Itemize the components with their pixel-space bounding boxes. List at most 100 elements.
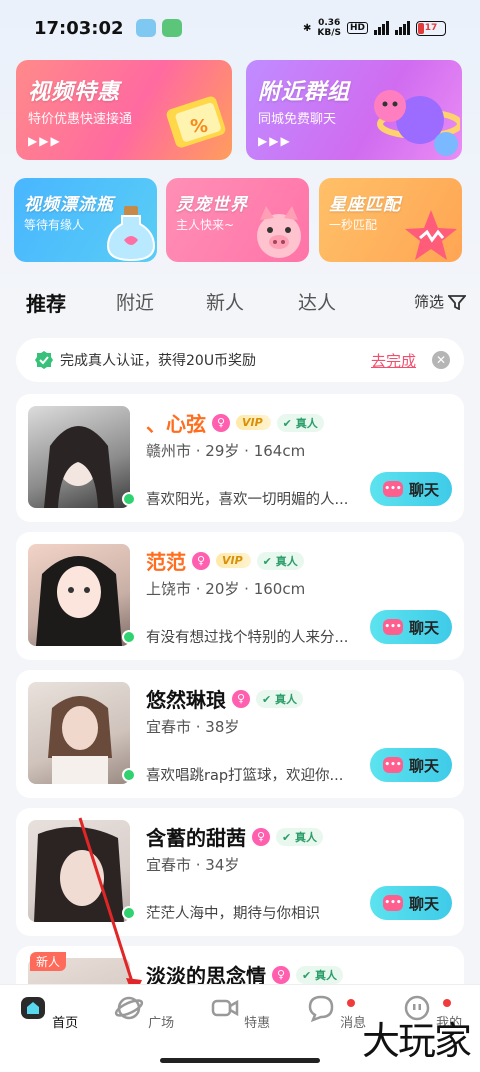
user-name-row: 、心弦 ♀ VIP ✔ 真人 <box>146 408 324 437</box>
network-speed: 0.36 KB/S <box>317 18 341 38</box>
nearby-group-banner[interactable]: 附近群组 同城免费聊天 ▶▶▶ <box>246 60 462 160</box>
user-info: 宜春市 · 38岁 <box>146 718 240 736</box>
real-person-badge: ✔ 真人 <box>256 551 304 570</box>
tab-nearby[interactable]: 附近 <box>116 288 154 315</box>
online-indicator <box>122 768 136 782</box>
user-photo[interactable] <box>28 406 130 508</box>
user-info: 上饶市 · 20岁 · 160cm <box>146 580 306 598</box>
banner-title: 视频特惠 <box>28 80 121 105</box>
nav-messages[interactable]: 消息 <box>301 993 371 1031</box>
user-info: 赣州市 · 29岁 · 164cm <box>146 442 306 460</box>
user-photo[interactable] <box>28 820 130 922</box>
online-indicator <box>122 906 136 920</box>
chat-button[interactable]: ••• 聊天 <box>370 610 452 644</box>
video-deal-banner[interactable]: 视频特惠 特价优惠快速接通 ▶▶▶ % <box>16 60 232 160</box>
star-match-banner[interactable]: 星座匹配 一秒匹配 <box>319 178 462 262</box>
user-name: 范范 <box>146 550 186 574</box>
app-notification-icon <box>161 19 182 37</box>
user-photo[interactable] <box>28 682 130 784</box>
filter-button[interactable]: 筛选 <box>414 291 466 312</box>
real-person-badge: ✔ 真人 <box>276 827 324 846</box>
unread-dot <box>347 999 355 1007</box>
filter-icon <box>448 294 466 310</box>
new-user-badge: 新人 <box>30 952 67 971</box>
ticket-icon: % <box>166 96 226 148</box>
drift-bottle-banner[interactable]: 视频漂流瓶 等待有缘人 <box>14 178 157 262</box>
notification-icons <box>135 19 182 37</box>
home-indicator[interactable] <box>160 1058 320 1063</box>
chat-bubble-icon: ••• <box>382 481 403 497</box>
chat-bubble-icon: ••• <box>382 757 403 773</box>
chat-button[interactable]: ••• 聊天 <box>370 886 452 920</box>
user-card[interactable]: 悠然琳琅 ♀ ✔ 真人 宜春市 · 38岁 喜欢唱跳rap打篮球，欢迎你... … <box>16 670 464 798</box>
video-camera-icon <box>211 999 239 1017</box>
chat-bubble-icon: ••• <box>382 895 403 911</box>
svg-text:%: % <box>190 116 208 137</box>
app-notification-icon <box>135 19 156 37</box>
banner-title: 灵宠世界 <box>176 195 248 215</box>
status-time: 17:03:02 <box>34 17 124 39</box>
banner-subtitle: 主人快来~ <box>176 218 235 232</box>
play-arrows-icon: ▶▶▶ <box>28 134 62 148</box>
signal-icon <box>374 21 389 35</box>
female-icon: ♀ <box>192 551 210 570</box>
status-bar: 17:03:02 ✱ 0.36 KB/S HD 17 <box>0 0 480 56</box>
play-arrows-icon: ▶▶▶ <box>258 134 292 148</box>
close-icon[interactable]: ✕ <box>432 351 450 369</box>
category-tabs: 推荐 附近 新人 达人 筛选 <box>0 282 480 328</box>
home-icon <box>20 997 45 1019</box>
banner-subtitle: 等待有缘人 <box>24 218 85 232</box>
chat-button[interactable]: ••• 聊天 <box>370 472 452 506</box>
female-icon: ♀ <box>212 413 230 432</box>
nav-home[interactable]: 首页 <box>13 993 83 1031</box>
banner-title: 视频漂流瓶 <box>24 195 114 215</box>
battery-icon: 17 <box>416 20 446 36</box>
female-icon: ♀ <box>252 827 270 846</box>
planet-icon <box>374 90 460 156</box>
user-card[interactable]: 含蓄的甜茜 ♀ ✔ 真人 宜春市 · 34岁 茫茫人海中，期待与你相识 ••• 聊… <box>16 808 464 936</box>
chat-bubble-icon: ••• <box>382 619 403 635</box>
portrait-image <box>36 556 122 646</box>
user-bio: 有没有想过找个特别的人来分... <box>146 630 349 646</box>
vip-badge: VIP <box>236 415 271 430</box>
tab-talent[interactable]: 达人 <box>298 288 336 315</box>
planet-nav-icon <box>114 996 144 1020</box>
real-person-badge: ✔ 真人 <box>256 689 304 708</box>
message-icon <box>308 995 334 1023</box>
portrait-image <box>44 426 114 508</box>
online-indicator <box>122 630 136 644</box>
nav-deals[interactable]: 特惠 <box>205 993 275 1031</box>
bluetooth-icon: ✱ <box>302 22 312 34</box>
online-indicator <box>122 492 136 506</box>
vip-badge: VIP <box>216 553 251 568</box>
star-icon <box>405 210 457 260</box>
user-name: 含蓄的甜茜 <box>146 826 246 850</box>
notice-text: 完成真人认证，获得20U币奖励 <box>60 353 257 369</box>
portrait-image <box>48 696 112 784</box>
banner-title: 星座匹配 <box>329 195 401 215</box>
real-person-badge: ✔ 真人 <box>276 413 324 432</box>
chat-button[interactable]: ••• 聊天 <box>370 748 452 782</box>
status-indicators: ✱ 0.36 KB/S HD 17 <box>303 18 446 38</box>
tab-recommend[interactable]: 推荐 <box>26 288 66 317</box>
tab-new[interactable]: 新人 <box>206 288 244 315</box>
female-icon: ♀ <box>272 965 290 984</box>
user-name: 悠然琳琅 <box>146 688 226 712</box>
nav-square[interactable]: 广场 <box>109 993 179 1031</box>
portrait-image <box>34 826 124 922</box>
banner-title: 附近群组 <box>258 80 351 105</box>
signal-icon <box>395 21 410 35</box>
banner-subtitle: 特价优惠快速接通 <box>28 112 133 127</box>
bottle-icon <box>106 206 156 262</box>
user-bio: 茫茫人海中，期待与你相识 <box>146 906 320 922</box>
complete-verification-link[interactable]: 去完成 <box>371 350 416 371</box>
user-card[interactable]: 、心弦 ♀ VIP ✔ 真人 赣州市 · 29岁 · 164cm 喜欢阳光，喜欢… <box>16 394 464 522</box>
user-photo[interactable] <box>28 544 130 646</box>
verified-icon <box>35 351 53 369</box>
pet-world-banner[interactable]: 灵宠世界 主人快来~ <box>166 178 309 262</box>
real-person-badge: ✔ 真人 <box>296 965 344 984</box>
user-card[interactable]: 范范 ♀ VIP ✔ 真人 上饶市 · 20岁 · 160cm 有没有想过找个特… <box>16 532 464 660</box>
banner-subtitle: 同城免费聊天 <box>258 112 337 127</box>
filter-label: 筛选 <box>413 293 444 311</box>
unread-dot <box>443 999 451 1007</box>
